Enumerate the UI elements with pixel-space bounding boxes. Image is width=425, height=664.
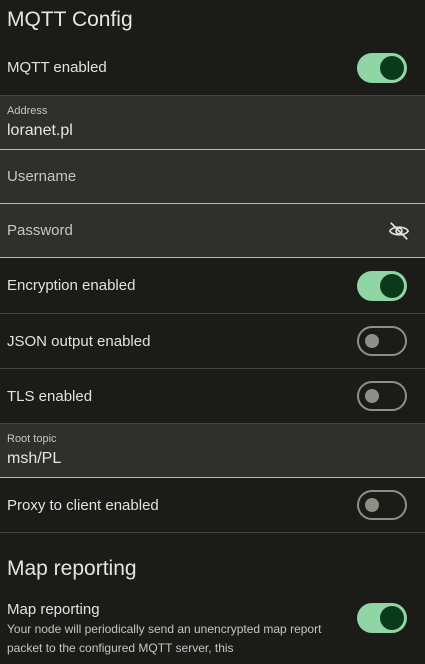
username-field[interactable]: Username — [0, 150, 425, 204]
json-output-row[interactable]: JSON output enabled — [0, 314, 425, 369]
proxy-label: Proxy to client enabled — [7, 496, 159, 514]
mqtt-enabled-toggle[interactable] — [357, 52, 407, 83]
toggle-knob — [380, 55, 404, 80]
encryption-toggle[interactable] — [357, 270, 407, 301]
toggle-knob — [365, 498, 379, 512]
map-reporting-description: Your node will periodically send an unen… — [7, 622, 322, 655]
toggle-knob — [380, 273, 404, 298]
json-output-label: JSON output enabled — [7, 332, 151, 350]
map-reporting-label: Map reporting — [7, 601, 100, 618]
tls-label: TLS enabled — [7, 387, 93, 405]
root-topic-label: Root topic — [7, 433, 57, 445]
toggle-knob — [365, 389, 379, 403]
address-field[interactable]: Address loranet.pl — [0, 96, 425, 150]
password-placeholder[interactable]: Password — [7, 222, 73, 239]
tls-row[interactable]: TLS enabled — [0, 369, 425, 424]
map-reporting-title: Map reporting — [7, 557, 137, 580]
proxy-toggle[interactable] — [357, 490, 407, 520]
toggle-knob — [380, 606, 404, 630]
root-topic-field[interactable]: Root topic msh/PL — [0, 424, 425, 478]
proxy-row[interactable]: Proxy to client enabled — [0, 478, 425, 533]
encryption-row[interactable]: Encryption enabled — [0, 258, 425, 314]
username-placeholder[interactable]: Username — [7, 168, 76, 185]
address-label: Address — [7, 105, 48, 117]
map-reporting-row[interactable]: Map reporting Your node will periodicall… — [0, 589, 425, 658]
tls-toggle[interactable] — [357, 381, 407, 411]
mqtt-config-title: MQTT Config — [7, 8, 133, 31]
mqtt-enabled-label: MQTT enabled — [7, 59, 107, 76]
root-topic-value[interactable]: msh/PL — [7, 450, 61, 468]
mqtt-enabled-row[interactable]: MQTT enabled — [0, 40, 425, 96]
json-output-toggle[interactable] — [357, 326, 407, 356]
visibility-off-icon[interactable] — [388, 220, 410, 242]
password-field[interactable]: Password — [0, 204, 425, 258]
map-reporting-text: Map reporting Your node will periodicall… — [7, 601, 337, 658]
toggle-knob — [365, 334, 379, 348]
address-value[interactable]: loranet.pl — [7, 122, 73, 140]
map-reporting-toggle[interactable] — [357, 603, 407, 633]
encryption-label: Encryption enabled — [7, 277, 136, 294]
